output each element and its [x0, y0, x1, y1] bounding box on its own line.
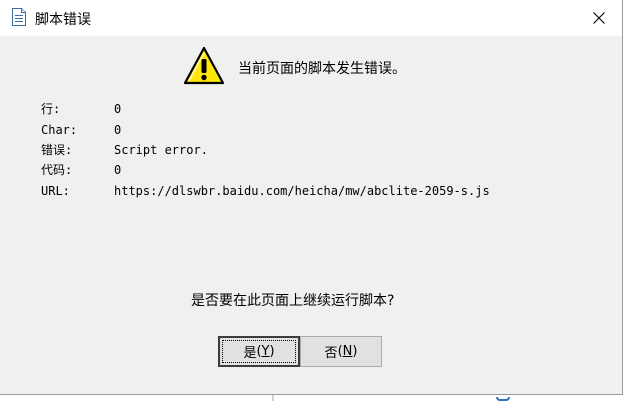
background-window-strip [0, 395, 270, 401]
title-bar: 脚本错误 [0, 0, 622, 36]
no-button-label: 否 [324, 346, 338, 361]
warning-icon [183, 46, 225, 86]
continue-question: 是否要在此页面上继续运行脚本? [191, 293, 395, 309]
detail-label-line: 行: [41, 102, 61, 116]
document-icon [12, 8, 26, 26]
detail-value-line: 0 [114, 102, 122, 116]
background-divider [272, 395, 274, 401]
detail-label-char: Char: [41, 123, 78, 137]
detail-label-error: 错误: [41, 143, 73, 157]
error-message: 当前页面的脚本发生错误。 [238, 61, 406, 77]
dialog-title: 脚本错误 [35, 12, 91, 28]
focus-rectangle [222, 340, 296, 363]
background-icon-fragment [496, 397, 510, 401]
script-error-dialog: 脚本错误 当前页面的脚本发生错误。 行: 0 Char: 0 错误: Scrip… [0, 0, 623, 395]
close-button[interactable] [576, 1, 622, 35]
detail-value-code: 0 [114, 163, 122, 177]
detail-value-error: Script error. [114, 143, 208, 157]
detail-label-code: 代码: [41, 163, 73, 177]
detail-value-char: 0 [114, 123, 122, 137]
yes-button[interactable]: 是(Y) [218, 336, 300, 367]
detail-value-url: https://dlswbr.baidu.com/heicha/mw/abcli… [114, 184, 490, 198]
close-icon [593, 12, 605, 24]
detail-label-url: URL: [41, 184, 70, 198]
no-accelerator: N [342, 344, 353, 359]
no-button[interactable]: 否(N) [300, 336, 382, 367]
